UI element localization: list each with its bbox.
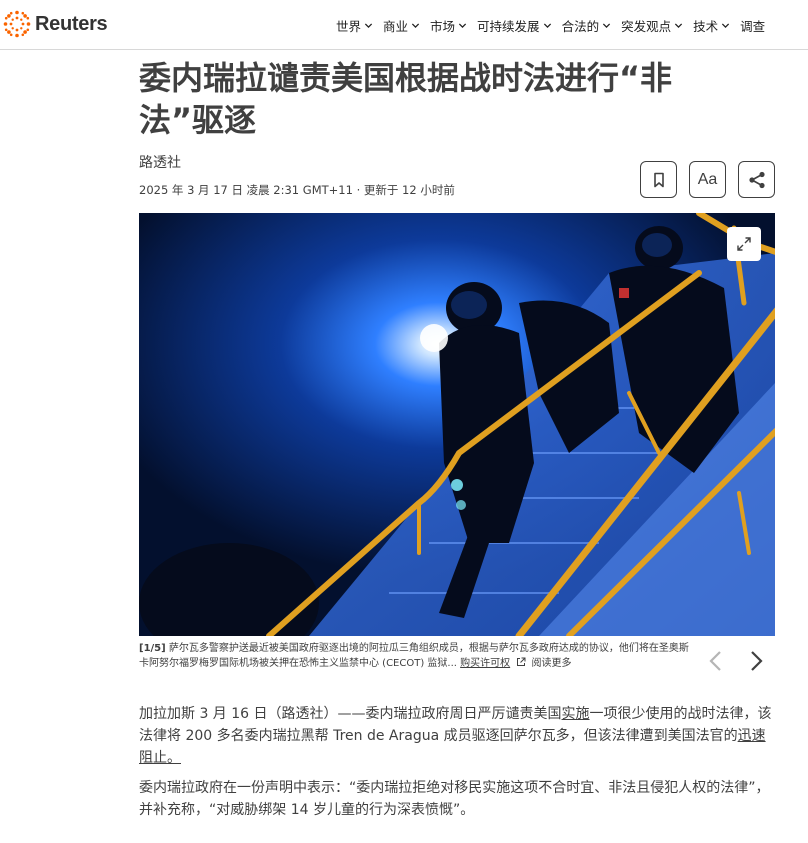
nav-item-investigations[interactable]: 调查 bbox=[740, 16, 765, 35]
article-paragraph-2: 委内瑞拉政府在一份声明中表示：“委内瑞拉拒绝对移民实施这项不合时宜、非法且侵犯人… bbox=[139, 780, 770, 818]
paragraph-text: 加拉加斯 3 月 16 日（路透社）——委内瑞拉政府周日严厉谴责美国 bbox=[139, 706, 562, 722]
inline-link-implement[interactable]: 实施 bbox=[562, 706, 590, 722]
nav-item-markets[interactable]: 市场 bbox=[430, 16, 467, 35]
share-icon bbox=[748, 171, 765, 188]
external-link-icon bbox=[517, 657, 526, 666]
nav-item-legal[interactable]: 合法的 bbox=[562, 16, 612, 35]
nav-item-technology[interactable]: 技术 bbox=[693, 16, 730, 35]
nav-item-world[interactable]: 世界 bbox=[336, 16, 373, 35]
nav-item-sustainability[interactable]: 可持续发展 bbox=[477, 16, 552, 35]
nav-item-label: 合法的 bbox=[561, 18, 600, 34]
nav-item-business[interactable]: 商业 bbox=[383, 16, 420, 35]
arrow-right-icon bbox=[751, 651, 763, 671]
chevron-down-icon bbox=[411, 22, 420, 28]
site-header: Reuters 世界 商业 市场 可持续发展 合法的 突发观点 技术 调查 bbox=[0, 0, 808, 50]
share-button[interactable] bbox=[738, 161, 775, 198]
nav-item-label: 世界 bbox=[336, 18, 362, 34]
nav-item-label: 调查 bbox=[740, 18, 766, 34]
caption-text: 萨尔瓦多警察护送最近被美国政府驱逐出境的阿拉瓜三角组织成员，根据与萨尔瓦多政府达… bbox=[139, 643, 689, 669]
chevron-down-icon bbox=[364, 22, 373, 28]
font-size-label: Aa bbox=[697, 170, 718, 188]
main-nav: 世界 商业 市场 可持续发展 合法的 突发观点 技术 调查 bbox=[336, 0, 775, 50]
chevron-down-icon bbox=[602, 22, 611, 28]
photo-caption: [1/5] 萨尔瓦多警察护送最近被美国政府驱逐出境的阿拉瓜三角组织成员，根据与萨… bbox=[139, 641, 695, 671]
chevron-down-icon bbox=[543, 22, 551, 28]
article-dateline: 2025 年 3 月 17 日 凌晨 2:31 GMT+11 · 更新于 12 … bbox=[139, 183, 455, 197]
next-photo-button[interactable] bbox=[743, 648, 769, 674]
nav-item-label: 市场 bbox=[430, 18, 456, 34]
chevron-down-icon bbox=[674, 22, 683, 28]
reuters-logo-icon bbox=[3, 10, 31, 38]
arrow-left-icon bbox=[709, 651, 721, 671]
bookmark-button[interactable] bbox=[640, 161, 677, 198]
logo-text: Reuters bbox=[35, 12, 108, 35]
previous-photo-button[interactable] bbox=[703, 648, 729, 674]
reuters-logo[interactable]: Reuters bbox=[3, 10, 108, 38]
bookmark-icon bbox=[653, 172, 664, 187]
nav-item-label: 商业 bbox=[383, 18, 409, 34]
read-more-link[interactable]: 阅读更多 bbox=[532, 658, 572, 669]
expand-icon bbox=[737, 237, 751, 251]
article-paragraph-1: 加拉加斯 3 月 16 日（路透社）——委内瑞拉政府周日严厉谴责美国实施一项很少… bbox=[139, 703, 775, 769]
nav-item-breakingviews[interactable]: 突发观点 bbox=[621, 16, 683, 35]
chevron-down-icon bbox=[458, 22, 467, 28]
nav-item-label: 可持续发展 bbox=[477, 18, 540, 34]
font-size-button[interactable]: Aa bbox=[689, 161, 726, 198]
caption-index: [1/5] bbox=[139, 643, 166, 654]
article-photo[interactable] bbox=[139, 213, 775, 636]
nav-item-label: 技术 bbox=[693, 18, 719, 34]
nav-item-label: 突发观点 bbox=[621, 18, 672, 34]
chevron-down-icon bbox=[722, 22, 730, 28]
license-link[interactable]: 购买许可权 bbox=[460, 658, 510, 669]
article-headline: 委内瑞拉谴责美国根据战时法进行“非法”驱逐 bbox=[139, 59, 673, 139]
photo-image bbox=[139, 213, 775, 636]
expand-photo-button[interactable] bbox=[727, 227, 761, 261]
article-byline[interactable]: 路透社 bbox=[139, 152, 181, 172]
